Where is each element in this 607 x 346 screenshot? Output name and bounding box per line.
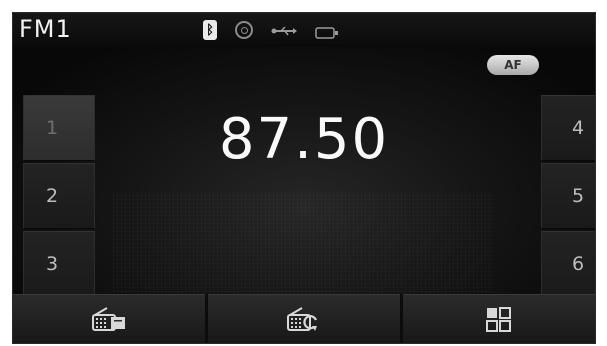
preset-label: 5 [572,185,585,207]
preset-label: 1 [46,117,59,139]
af-button[interactable]: AF [487,55,539,75]
preset-label: 6 [572,253,585,275]
preset-1[interactable]: 1 [23,95,95,161]
menu-grid-button[interactable] [403,294,595,343]
preset-4[interactable]: 4 [541,95,595,161]
preset-label: 4 [572,117,585,139]
bottom-toolbar [13,294,595,343]
preset-2[interactable]: 2 [23,163,95,229]
radio-list-button[interactable] [13,294,205,343]
status-bar: FM1 ᛒ [13,13,595,47]
preset-column-right: 4 5 6 [541,95,595,299]
preset-label: 3 [46,253,59,275]
preset-6[interactable]: 6 [541,231,595,297]
tuner-area: AF 87.50 1 2 3 4 5 6 [13,47,595,297]
usb-icon [271,25,297,36]
speaker-grill [113,192,493,292]
menu-grid-icon [486,307,511,332]
radio-scan-icon [287,307,318,331]
disc-icon [235,21,253,39]
bluetooth-icon: ᛒ [203,20,217,40]
preset-label: 2 [46,185,59,207]
preset-5[interactable]: 5 [541,163,595,229]
radio-list-icon [92,307,125,331]
band-label: FM1 [19,15,72,43]
frequency-display: 87.50 [218,107,390,172]
radio-screen: FM1 ᛒ AF 87.50 1 2 3 4 5 6 [12,12,596,344]
radio-scan-button[interactable] [208,294,400,343]
aux-battery-icon [315,24,339,39]
preset-3[interactable]: 3 [23,231,95,297]
status-icons: ᛒ [203,20,339,40]
preset-column-left: 1 2 3 [23,95,95,299]
